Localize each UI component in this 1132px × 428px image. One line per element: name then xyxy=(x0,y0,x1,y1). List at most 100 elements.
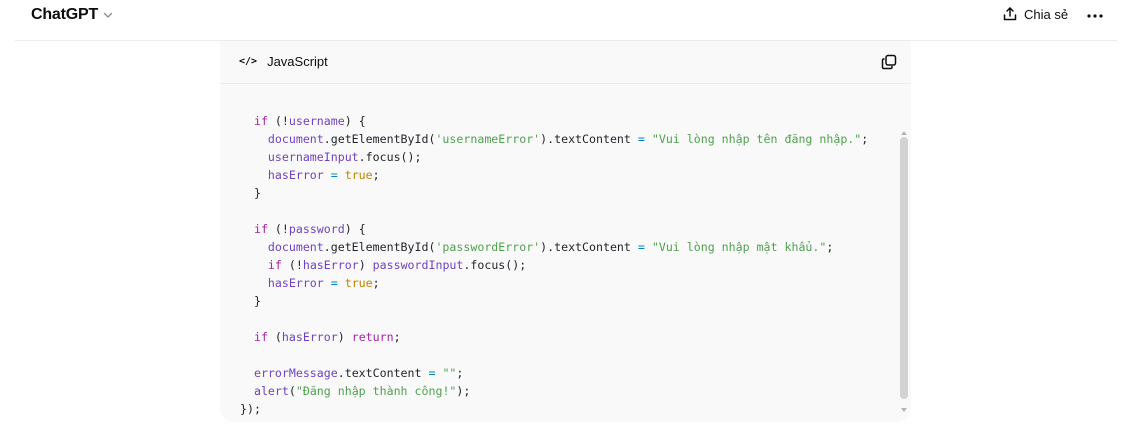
code-token: .getElementById( xyxy=(323,240,436,254)
code-token: 'passwordError' xyxy=(435,240,541,254)
code-line: hasError = true; xyxy=(240,274,900,292)
code-token: hasError xyxy=(267,168,324,182)
code-token: ; xyxy=(861,132,869,146)
code-token: ); xyxy=(456,384,471,398)
code-token: passwordInput xyxy=(372,258,464,272)
chevron-down-icon xyxy=(103,12,113,18)
code-token: document xyxy=(267,240,324,254)
code-token: }); xyxy=(240,402,261,416)
code-block-header: </> JavaScript xyxy=(220,41,911,84)
code-token: .textContent xyxy=(337,366,429,380)
code-token: if xyxy=(267,258,282,272)
code-token: document xyxy=(267,132,324,146)
code-token: ( xyxy=(267,330,282,344)
code-token: 'usernameError' xyxy=(435,132,541,146)
code-line: document.getElementById('passwordError')… xyxy=(240,238,900,256)
copy-icon[interactable] xyxy=(880,53,898,71)
code-token: ; xyxy=(456,366,464,380)
more-horizontal-icon xyxy=(1087,14,1103,18)
code-icon: </> xyxy=(239,56,258,67)
code-line: errorMessage.textContent = ""; xyxy=(240,364,900,382)
code-token: } xyxy=(240,186,261,200)
code-token: ; xyxy=(826,240,834,254)
code-token: ; xyxy=(372,276,380,290)
code-token: if xyxy=(253,222,268,236)
code-token: ) xyxy=(358,258,373,272)
code-line: hasError = true; xyxy=(240,166,900,184)
code-line: }); xyxy=(240,400,900,416)
code-token: (! xyxy=(281,258,303,272)
code-token: hasError xyxy=(281,330,338,344)
code-token: ) xyxy=(337,330,352,344)
code-line: if (!password) { xyxy=(240,220,900,238)
code-language-label: </> JavaScript xyxy=(239,54,328,69)
code-token: .focus(); xyxy=(463,258,527,272)
code-line: if (!username) { xyxy=(240,112,900,130)
code-token: "Đăng nhập thành công!" xyxy=(295,384,457,398)
code-line: } xyxy=(240,292,900,310)
code-scrollbar[interactable] xyxy=(900,131,908,416)
code-line: if (hasError) return; xyxy=(240,328,900,346)
code-token: ) { xyxy=(344,222,366,236)
code-line: document.getElementById('usernameError')… xyxy=(240,130,900,148)
code-token: true xyxy=(344,276,373,290)
code-token: return xyxy=(351,330,394,344)
scroll-up-arrow-icon[interactable] xyxy=(901,131,907,135)
code-token: ).textContent xyxy=(540,132,638,146)
code-token: errorMessage xyxy=(253,366,338,380)
code-token: (! xyxy=(267,222,289,236)
code-token: ; xyxy=(372,168,380,182)
code-token: .focus(); xyxy=(358,150,422,164)
code-token: ) { xyxy=(344,114,366,128)
code-token: hasError xyxy=(302,258,359,272)
code-token: password xyxy=(288,222,345,236)
code-token: hasError xyxy=(267,276,324,290)
code-line: if (!hasError) passwordInput.focus(); xyxy=(240,256,900,274)
code-line: usernameInput.focus(); xyxy=(240,148,900,166)
code-token: = xyxy=(330,168,338,182)
code-token: "Vui lòng nhập mật khẩu." xyxy=(651,240,827,254)
code-token: ; xyxy=(393,330,401,344)
scrollbar-thumb[interactable] xyxy=(900,137,908,399)
share-upload-icon xyxy=(1003,7,1017,21)
code-line: alert("Đăng nhập thành công!"); xyxy=(240,382,900,400)
code-token: if xyxy=(253,114,268,128)
scroll-down-arrow-icon[interactable] xyxy=(901,408,907,412)
code-line: } xyxy=(240,184,900,202)
code-token: (! xyxy=(267,114,289,128)
top-bar: ChatGPT Chia sẻ xyxy=(0,0,1132,36)
code-block: if (!username) { document.getElementById… xyxy=(220,41,911,422)
app-title: ChatGPT xyxy=(31,6,99,23)
model-selector-button[interactable]: ChatGPT xyxy=(31,6,114,24)
more-options-button[interactable] xyxy=(1085,6,1105,26)
code-token: = xyxy=(637,132,645,146)
code-token: .getElementById( xyxy=(323,132,436,146)
code-token: ).textContent xyxy=(540,240,638,254)
code-token: = xyxy=(637,240,645,254)
code-language: JavaScript xyxy=(267,54,328,69)
code-token: username xyxy=(288,114,345,128)
share-button[interactable]: Chia sẻ xyxy=(1002,6,1068,22)
code-token: if xyxy=(253,330,268,344)
code-content[interactable]: if (!username) { document.getElementById… xyxy=(240,76,900,416)
code-token: ( xyxy=(288,384,296,398)
